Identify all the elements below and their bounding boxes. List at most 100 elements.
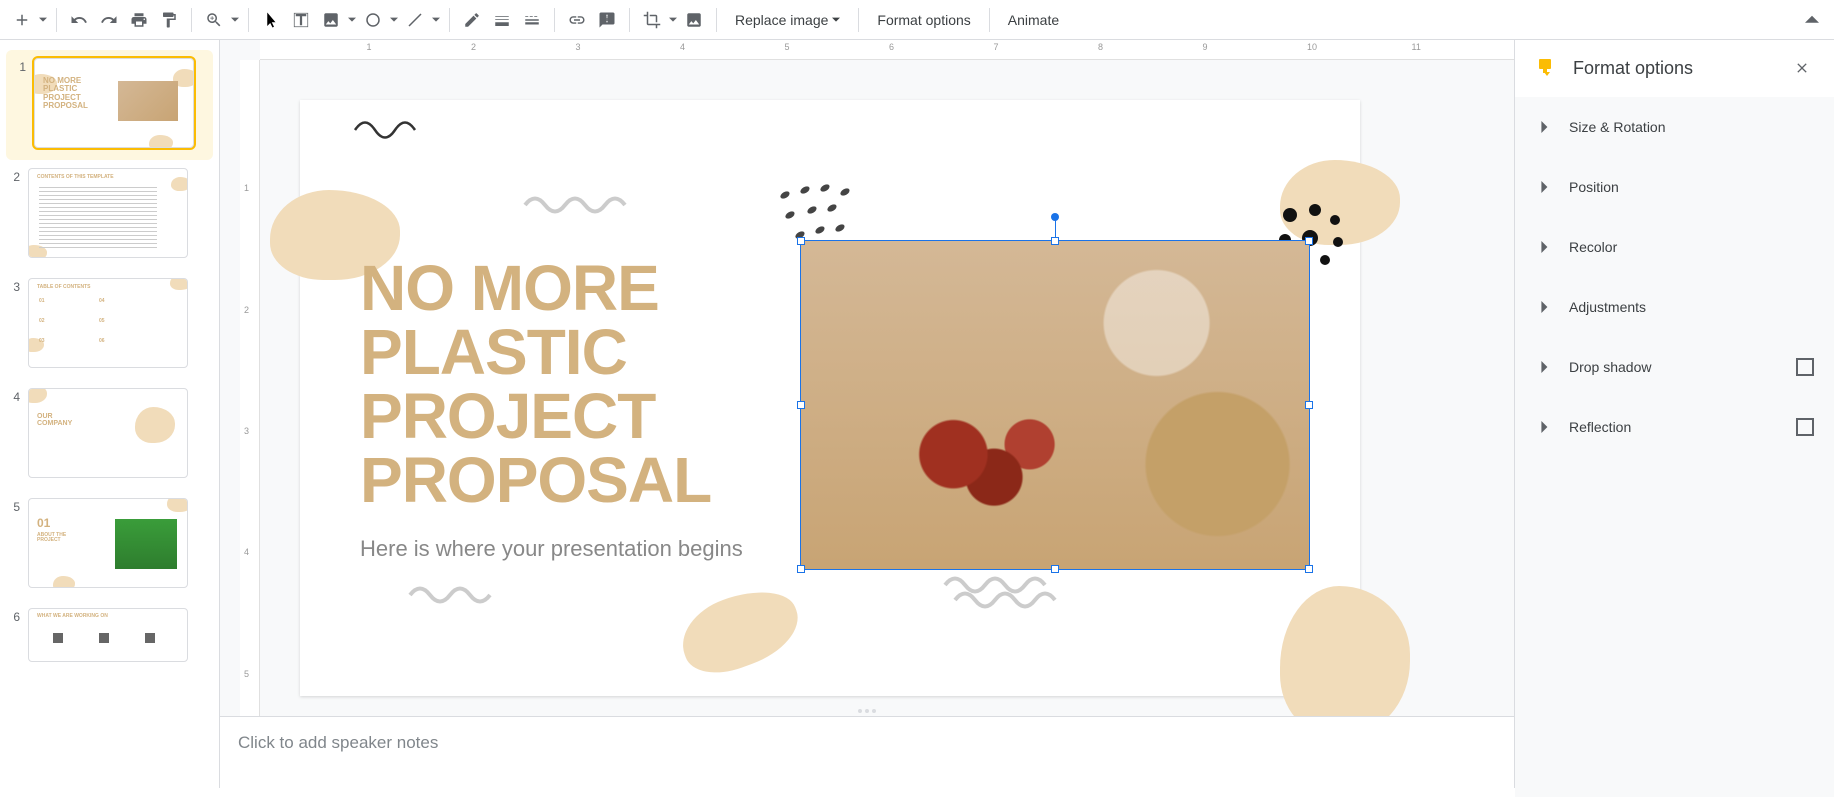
undo-button[interactable] <box>65 6 93 34</box>
animate-menu[interactable]: Animate <box>998 8 1069 32</box>
format-options-icon <box>1535 56 1559 80</box>
slide-thumb-6[interactable]: 6 WHAT WE ARE WORKING ON <box>0 600 219 674</box>
slide-thumb-4[interactable]: 4 OUR COMPANY <box>0 380 219 490</box>
section-label: Recolor <box>1569 239 1814 255</box>
section-size-rotation[interactable]: Size & Rotation <box>1515 97 1834 157</box>
chevron-right-icon <box>1535 297 1555 317</box>
drop-shadow-checkbox[interactable] <box>1796 358 1814 376</box>
slide-thumb-1[interactable]: 1 NO MORE PLASTIC PROJECT PROPOSAL <box>6 50 213 160</box>
separator <box>629 8 630 32</box>
notes-placeholder: Click to add speaker notes <box>238 733 438 752</box>
section-label: Position <box>1569 179 1814 195</box>
slide-number: 4 <box>6 390 20 404</box>
separator <box>56 8 57 32</box>
slide-canvas[interactable]: NO MORE PLASTIC PROJECT PROPOSAL Here is… <box>300 100 1360 696</box>
section-position[interactable]: Position <box>1515 157 1834 217</box>
rotation-handle[interactable] <box>1051 213 1059 221</box>
separator <box>191 8 192 32</box>
slide-thumb-5[interactable]: 5 01 ABOUT THE PROJECT <box>0 490 219 600</box>
section-label: Drop shadow <box>1569 359 1782 375</box>
image-tool[interactable] <box>317 6 345 34</box>
zoom-dropdown[interactable] <box>230 16 240 24</box>
border-dash-button[interactable] <box>518 6 546 34</box>
notes-drag-handle[interactable] <box>858 709 876 713</box>
separator <box>248 8 249 32</box>
resize-handle-s[interactable] <box>1051 565 1059 573</box>
textbox-tool[interactable] <box>287 6 315 34</box>
close-panel-button[interactable] <box>1790 56 1814 80</box>
speaker-notes[interactable]: Click to add speaker notes <box>220 716 1514 788</box>
chevron-right-icon <box>1535 177 1555 197</box>
section-drop-shadow[interactable]: Drop shadow <box>1515 337 1834 397</box>
decorative-squiggle <box>520 190 640 220</box>
slide-thumb-3[interactable]: 3 TABLE OF CONTENTS 01 04 02 05 03 06 <box>0 270 219 380</box>
resize-handle-w[interactable] <box>797 401 805 409</box>
thumb-title: NO MORE PLASTIC PROJECT PROPOSAL <box>43 77 88 111</box>
redo-button[interactable] <box>95 6 123 34</box>
line-tool[interactable] <box>401 6 429 34</box>
image-dropdown[interactable] <box>347 16 357 24</box>
collapse-toolbar-button[interactable] <box>1798 6 1826 34</box>
replace-image-menu[interactable]: Replace image <box>725 8 850 32</box>
resize-handle-ne[interactable] <box>1305 237 1313 245</box>
comment-button[interactable] <box>593 6 621 34</box>
border-weight-button[interactable] <box>488 6 516 34</box>
resize-handle-sw[interactable] <box>797 565 805 573</box>
section-adjustments[interactable]: Adjustments <box>1515 277 1834 337</box>
chevron-right-icon <box>1535 237 1555 257</box>
line-dropdown[interactable] <box>431 16 441 24</box>
decorative-blob <box>1280 586 1410 736</box>
shape-tool[interactable] <box>359 6 387 34</box>
section-recolor[interactable]: Recolor <box>1515 217 1834 277</box>
thumb-title: TABLE OF CONTENTS <box>37 285 91 290</box>
separator <box>554 8 555 32</box>
thumb-title: WHAT WE ARE WORKING ON <box>37 614 108 619</box>
decorative-squiggle <box>940 570 1070 610</box>
resize-handle-n[interactable] <box>1051 237 1059 245</box>
select-tool[interactable] <box>257 6 285 34</box>
section-reflection[interactable]: Reflection <box>1515 397 1834 457</box>
thumb-sub: ABOUT THE PROJECT <box>37 533 66 544</box>
selected-image[interactable] <box>800 240 1310 570</box>
chevron-right-icon <box>1535 357 1555 377</box>
section-label: Reflection <box>1569 419 1782 435</box>
new-slide-dropdown[interactable] <box>38 16 48 24</box>
zoom-button[interactable] <box>200 6 228 34</box>
resize-handle-se[interactable] <box>1305 565 1313 573</box>
slide-number: 2 <box>6 170 20 184</box>
chevron-right-icon <box>1535 117 1555 137</box>
crop-button[interactable] <box>638 6 666 34</box>
link-button[interactable] <box>563 6 591 34</box>
crop-dropdown[interactable] <box>668 16 678 24</box>
slide-subtitle[interactable]: Here is where your presentation begins <box>360 536 743 562</box>
decorative-blob <box>672 578 809 685</box>
section-label: Adjustments <box>1569 299 1814 315</box>
canvas-area[interactable]: 1 2 3 4 5 6 7 8 9 10 11 1 2 3 4 5 <box>220 40 1514 788</box>
slide-number: 5 <box>6 500 20 514</box>
format-options-menu[interactable]: Format options <box>867 8 980 32</box>
thumb-title: 01 <box>37 517 50 530</box>
horizontal-ruler: 1 2 3 4 5 6 7 8 9 10 11 <box>260 40 1514 60</box>
border-color-button[interactable] <box>458 6 486 34</box>
toolbar: Replace image Format options Animate <box>0 0 1834 40</box>
reflection-checkbox[interactable] <box>1796 418 1814 436</box>
resize-handle-nw[interactable] <box>797 237 805 245</box>
format-options-label: Format options <box>877 12 970 28</box>
new-slide-button[interactable] <box>8 6 36 34</box>
section-label: Size & Rotation <box>1569 119 1814 135</box>
filmstrip[interactable]: 1 NO MORE PLASTIC PROJECT PROPOSAL 2 CON… <box>0 40 220 788</box>
chevron-right-icon <box>1535 417 1555 437</box>
print-button[interactable] <box>125 6 153 34</box>
slide-number: 1 <box>12 60 26 74</box>
decorative-squiggle <box>405 580 505 610</box>
paint-format-button[interactable] <box>155 6 183 34</box>
separator <box>716 8 717 32</box>
slide-thumb-2[interactable]: 2 CONTENTS OF THIS TEMPLATE <box>0 160 219 270</box>
panel-title: Format options <box>1573 58 1776 79</box>
resize-handle-e[interactable] <box>1305 401 1313 409</box>
thumb-title: OUR COMPANY <box>37 413 72 428</box>
separator <box>449 8 450 32</box>
reset-image-button[interactable] <box>680 6 708 34</box>
slide-title[interactable]: NO MORE PLASTIC PROJECT PROPOSAL <box>360 256 711 512</box>
shape-dropdown[interactable] <box>389 16 399 24</box>
